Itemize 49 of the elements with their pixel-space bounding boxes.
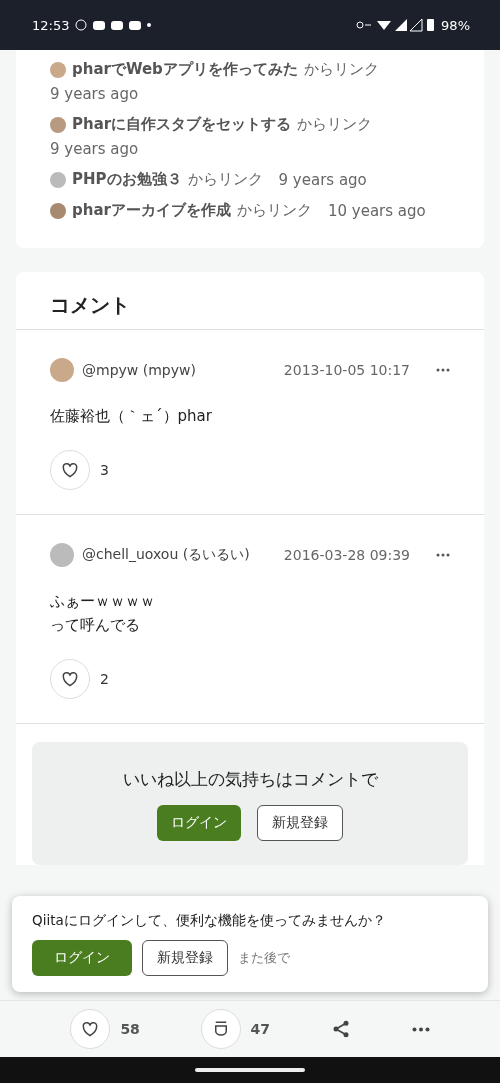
link-suffix: からリンク bbox=[303, 60, 379, 79]
like-button[interactable] bbox=[50, 450, 90, 490]
link-time: 10 years ago bbox=[327, 201, 426, 220]
login-button[interactable]: ログイン bbox=[157, 805, 241, 841]
article-link[interactable]: pharでWebアプリを作ってみた bbox=[72, 60, 298, 79]
article-link[interactable]: Pharに自作スタブをセットする bbox=[72, 115, 292, 134]
like-count: 58 bbox=[120, 1021, 140, 1037]
link-suffix: からリンク bbox=[297, 115, 373, 134]
cta-text: いいね以上の気持ちはコメントで bbox=[122, 768, 378, 791]
heart-icon bbox=[60, 669, 80, 689]
link-time: 9 years ago bbox=[50, 85, 139, 103]
link-time: 9 years ago bbox=[278, 170, 367, 189]
comments-heading: コメント bbox=[16, 272, 484, 330]
comment-line: って呼んでる bbox=[50, 615, 141, 636]
article-link[interactable]: pharアーカイブを作成 bbox=[72, 201, 231, 220]
comment-author[interactable]: @mpyw (mpyw) bbox=[82, 362, 196, 378]
link-suffix: からリンク bbox=[187, 170, 263, 189]
battery-level: 98% bbox=[441, 17, 470, 33]
status-time: 12:53 bbox=[32, 17, 70, 33]
article-link[interactable]: PHPのお勉強３ bbox=[72, 170, 182, 189]
stock-count: 47 bbox=[250, 1021, 271, 1037]
link-suffix: からリンク bbox=[236, 201, 312, 220]
signup-button[interactable]: 新規登録 bbox=[142, 940, 228, 976]
comment-date: 2013-10-05 10:17 bbox=[283, 362, 410, 378]
stock-button[interactable] bbox=[200, 1009, 241, 1049]
like-count: 2 bbox=[100, 671, 109, 687]
avatar bbox=[50, 202, 66, 219]
dot-icon bbox=[147, 23, 152, 27]
heart-icon bbox=[60, 460, 80, 480]
avatar bbox=[50, 61, 66, 78]
more-icon[interactable] bbox=[436, 368, 450, 372]
prompt-message: Qiitaにログインして、便利な機能を使ってみませんか？ bbox=[32, 912, 387, 930]
more-icon[interactable] bbox=[436, 553, 450, 557]
login-button[interactable]: ログイン bbox=[32, 940, 132, 976]
avatar bbox=[50, 543, 74, 567]
avatar bbox=[50, 358, 74, 382]
avatar bbox=[50, 116, 66, 133]
comment-line: ふぁーｗｗｗｗ bbox=[50, 591, 156, 612]
link-time: 9 years ago bbox=[50, 140, 139, 158]
comment-author[interactable]: @chell_uoxou (るいるい) bbox=[82, 546, 250, 564]
like-count: 3 bbox=[100, 462, 109, 478]
avatar bbox=[50, 171, 66, 188]
like-button[interactable] bbox=[70, 1009, 111, 1049]
later-link[interactable]: また後で bbox=[238, 949, 290, 967]
comment-line: 佐藤裕也（｀ェ´）phar bbox=[50, 406, 213, 427]
comment-date: 2016-03-28 09:39 bbox=[283, 547, 410, 563]
signup-button[interactable]: 新規登録 bbox=[257, 805, 343, 841]
more-icon[interactable] bbox=[411, 1026, 430, 1032]
like-button[interactable] bbox=[50, 659, 90, 699]
